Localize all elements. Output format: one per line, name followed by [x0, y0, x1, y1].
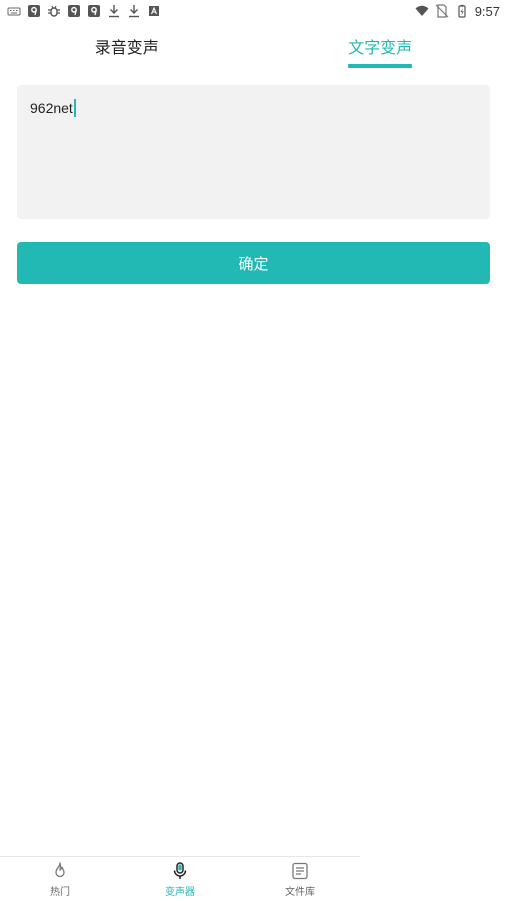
tab-text-voice-change[interactable]: 文字变声 — [254, 22, 507, 70]
text-input-value: 962net — [30, 100, 73, 116]
download-icon — [127, 4, 141, 18]
status-bar: 9:57 — [0, 0, 507, 22]
nav-item-file-library[interactable]: 文件库 — [240, 857, 360, 901]
battery-charging-icon — [455, 4, 469, 18]
keyboard-icon — [7, 4, 21, 18]
text-caret — [73, 99, 76, 117]
font-a-icon — [147, 4, 161, 18]
bottom-nav: 热门 变声器 文件库 — [0, 856, 360, 901]
nav-item-label: 变声器 — [165, 886, 195, 898]
text-input[interactable]: 962net — [17, 85, 490, 219]
nav-item-label: 文件库 — [285, 886, 315, 898]
bug-icon — [47, 4, 61, 18]
nav-item-hot[interactable]: 热门 — [0, 857, 120, 901]
download-icon — [107, 4, 121, 18]
nav-item-label: 热门 — [50, 886, 70, 898]
no-sim-icon — [435, 4, 449, 18]
status-time: 9:57 — [474, 3, 500, 19]
wifi-icon — [415, 4, 429, 18]
confirm-button[interactable]: 确定 — [17, 242, 490, 284]
tab-recording-voice-change[interactable]: 录音变声 — [0, 22, 254, 70]
status-left-icons — [7, 4, 161, 18]
flame-icon — [50, 861, 70, 881]
microphone-icon — [170, 861, 190, 881]
app-9-icon — [87, 4, 101, 18]
app-9-icon — [27, 4, 41, 18]
status-right-icons: 9:57 — [415, 4, 500, 19]
mode-tabs: 录音变声 文字变声 — [0, 22, 507, 70]
app-9-icon — [67, 4, 81, 18]
document-icon — [290, 861, 310, 881]
nav-item-voice-changer[interactable]: 变声器 — [120, 857, 240, 901]
